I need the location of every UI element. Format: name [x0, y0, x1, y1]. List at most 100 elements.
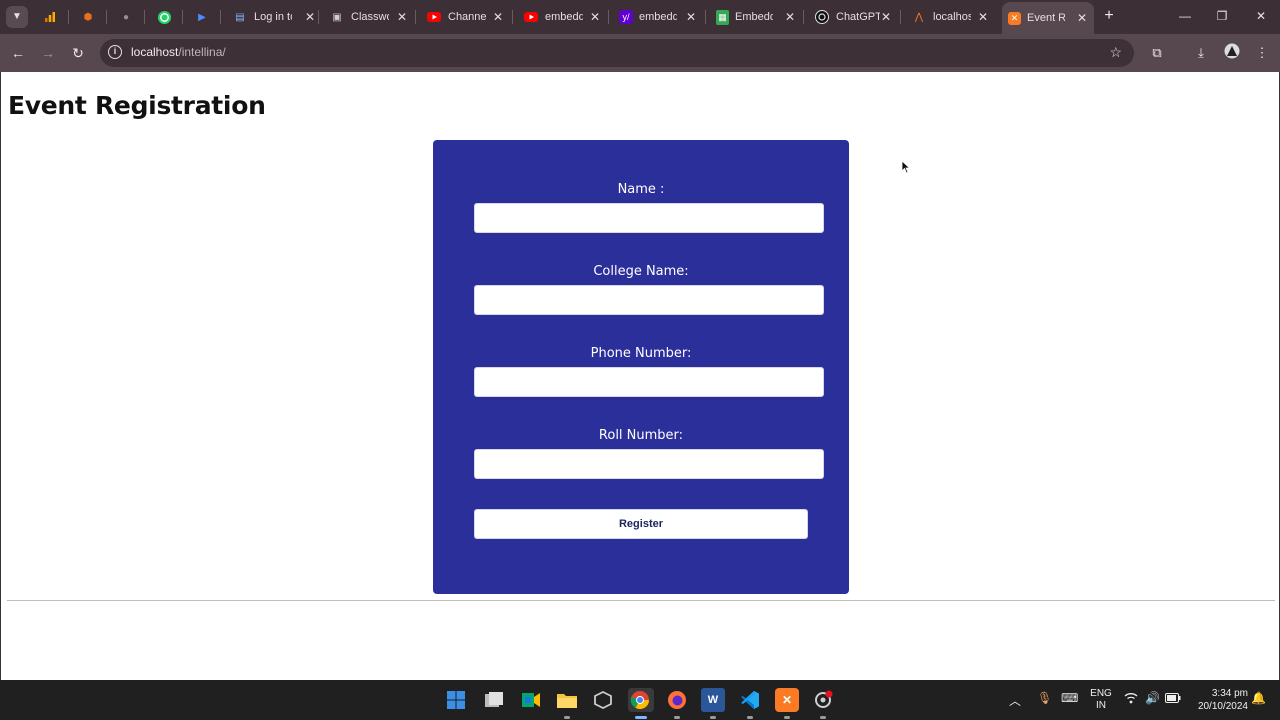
tab-pinned-whatsapp[interactable] [156, 4, 172, 30]
word-icon[interactable]: W [701, 688, 725, 719]
register-button[interactable]: Register [474, 509, 808, 539]
vscode-icon[interactable] [738, 688, 762, 719]
firefox-icon[interactable] [665, 688, 689, 719]
url-text[interactable]: localhost/intellina/ [131, 45, 226, 59]
url-host: localhost [131, 45, 179, 59]
xampp-icon[interactable]: ✕ [775, 688, 799, 719]
running-indicator [564, 716, 570, 719]
url-path: /intellina/ [178, 45, 226, 59]
windows-start-icon[interactable] [444, 688, 468, 712]
tab-title: Classwork [351, 11, 389, 23]
tab-embedd-sheets[interactable]: ▦ Embedd ✕ [716, 4, 802, 30]
youtube-icon [523, 9, 539, 25]
close-icon[interactable]: ✕ [878, 9, 894, 25]
tab-login[interactable]: ▤ Log in to ✕ [232, 4, 322, 30]
settings-icon[interactable] [811, 688, 835, 719]
tab-localhost[interactable]: ⋀ localhost ✕ [911, 4, 995, 30]
close-icon[interactable]: ✕ [683, 9, 699, 25]
close-icon[interactable]: ✕ [490, 9, 506, 25]
language-indicator[interactable]: ENG IN [1088, 688, 1114, 712]
tab-channel[interactable]: Channel ✕ [426, 4, 510, 30]
language-bottom: IN [1096, 700, 1106, 711]
close-icon[interactable]: ✕ [302, 9, 318, 25]
back-arrow-icon[interactable]: ← [8, 43, 28, 63]
keyboard-icon[interactable]: ⌨ [1061, 691, 1078, 705]
tab-pinned-2[interactable]: ⬢ [80, 4, 96, 30]
analytics-icon [42, 9, 58, 25]
new-tab-button[interactable]: + [1100, 7, 1118, 25]
sheets-icon: ▦ [716, 9, 729, 25]
horizontal-rule [7, 600, 1275, 601]
battery-icon[interactable] [1165, 692, 1181, 706]
clock-time: 3:34 pm [1211, 688, 1248, 699]
chrome-icon[interactable] [628, 688, 654, 719]
browser-toolbar: ← → ↻ i localhost/intellina/ ☆ ⧉ ⤓ ⋮ [0, 34, 1280, 72]
classroom-icon: ▣ [332, 11, 342, 23]
tab-pinned-3[interactable]: ● [118, 4, 134, 30]
name-input[interactable] [474, 203, 824, 233]
tab-search-chevron-icon[interactable]: ▼ [6, 6, 28, 28]
reload-icon[interactable]: ↻ [68, 43, 88, 63]
tab-title: Embedd [735, 11, 773, 23]
doc-icon: ▤ [235, 11, 245, 23]
close-icon[interactable]: ✕ [782, 9, 798, 25]
phone-number-input[interactable] [474, 367, 824, 397]
system-clock[interactable]: 3:34 pm 20/10/2024 [1186, 687, 1248, 713]
tab-title: Channel [448, 11, 486, 23]
task-view-icon[interactable] [482, 688, 506, 712]
extensions-puzzle-icon[interactable]: ⧉ [1147, 43, 1167, 63]
forward-arrow-icon[interactable]: → [38, 43, 58, 63]
tab-title: Event Re [1027, 12, 1065, 24]
close-icon[interactable]: ✕ [394, 9, 410, 25]
mouse-cursor-icon [901, 160, 911, 174]
tab-pinned-5[interactable]: ▶ [194, 4, 210, 30]
microphone-icon[interactable]: 🎙 [1037, 691, 1052, 705]
menu-kebab-icon[interactable]: ⋮ [1252, 43, 1272, 63]
whatsapp-icon [156, 9, 172, 25]
address-bar[interactable]: i localhost/intellina/ ☆ [100, 39, 1134, 67]
yahoo-icon: y/ [619, 10, 633, 24]
notification-bell-icon[interactable]: 🔔 [1251, 691, 1266, 705]
restore-button[interactable]: ❐ [1210, 6, 1234, 26]
wifi-icon[interactable] [1124, 692, 1138, 707]
tab-title: localhost [933, 11, 971, 23]
college-name-input[interactable] [474, 285, 824, 315]
tab-embedd-yahoo[interactable]: y/ embedd ✕ [619, 4, 703, 30]
volume-icon[interactable]: 🔊 [1145, 691, 1160, 705]
college-name-label: College Name: [593, 264, 689, 279]
roll-number-input[interactable] [474, 449, 824, 479]
xampp-icon: ✕ [1008, 11, 1021, 25]
running-indicator [710, 716, 716, 719]
tab-title: Log in to [254, 11, 292, 23]
windows-taskbar: W ✕ ︿ 🎙 ⌨ ENG IN 🔊 3:34 pm 20/10/2024 🔔 [0, 680, 1280, 720]
chevron-up-icon[interactable]: ︿ [1009, 692, 1021, 709]
close-icon[interactable]: ✕ [587, 9, 603, 25]
name-label: Name : [617, 182, 665, 197]
close-icon[interactable]: ✕ [975, 9, 991, 25]
browser-tab-strip: ▼ ⬢ ● ▶ ▤ Log in to ✕ ▣ Classwork ✕ Chan… [0, 0, 1280, 34]
minimize-button[interactable]: — [1173, 6, 1197, 26]
download-icon[interactable]: ⤓ [1191, 43, 1211, 63]
active-indicator [635, 716, 647, 719]
profile-avatar[interactable] [1222, 43, 1242, 63]
tab-classwork[interactable]: ▣ Classwork ✕ [329, 4, 414, 30]
xampp-icon: ⋀ [914, 11, 924, 23]
chatgpt-icon [814, 9, 830, 25]
tab-embedd-youtube[interactable]: embedd ✕ [523, 4, 607, 30]
file-explorer-icon[interactable] [555, 688, 579, 719]
bookmark-star-icon[interactable]: ☆ [1109, 44, 1122, 61]
site-info-icon[interactable]: i [108, 45, 122, 59]
running-indicator [674, 716, 680, 719]
tab-title: ChatGPT [836, 11, 880, 23]
unity-icon[interactable] [591, 688, 615, 712]
running-indicator [820, 716, 826, 719]
play-icon: ▶ [198, 11, 206, 23]
tab-chatgpt[interactable]: ChatGPT ✕ [814, 4, 898, 30]
tab-pinned-1[interactable] [42, 4, 58, 30]
window-close-button[interactable]: ✕ [1249, 6, 1273, 26]
shield-icon: ⬢ [83, 11, 93, 23]
tab-event-registration-active[interactable]: ✕ Event Re ✕ [1002, 2, 1094, 34]
meet-icon[interactable] [519, 688, 543, 712]
close-icon[interactable]: ✕ [1074, 10, 1090, 26]
page-viewport: Event Registration Name : College Name: … [0, 72, 1280, 680]
